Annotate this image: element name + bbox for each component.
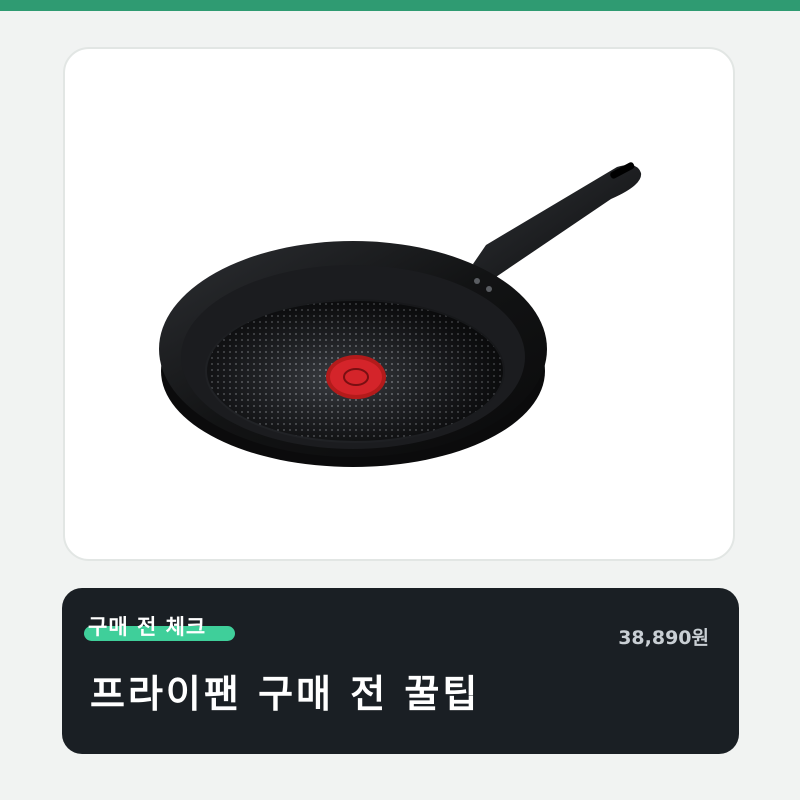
top-accent-bar xyxy=(0,0,800,11)
info-card[interactable]: 구매 전 체크 38,890원 프라이팬 구매 전 꿀팁 xyxy=(62,588,739,754)
category-tag: 구매 전 체크 xyxy=(88,615,207,639)
pan-body xyxy=(159,241,547,467)
frying-pan-image xyxy=(159,162,642,467)
thermo-spot-indicator xyxy=(326,355,386,399)
headline-title: 프라이팬 구매 전 꿀팁 xyxy=(90,672,481,716)
product-image-card[interactable] xyxy=(63,47,735,561)
pan-handle xyxy=(473,162,642,281)
price-label: 38,890원 xyxy=(618,627,709,649)
